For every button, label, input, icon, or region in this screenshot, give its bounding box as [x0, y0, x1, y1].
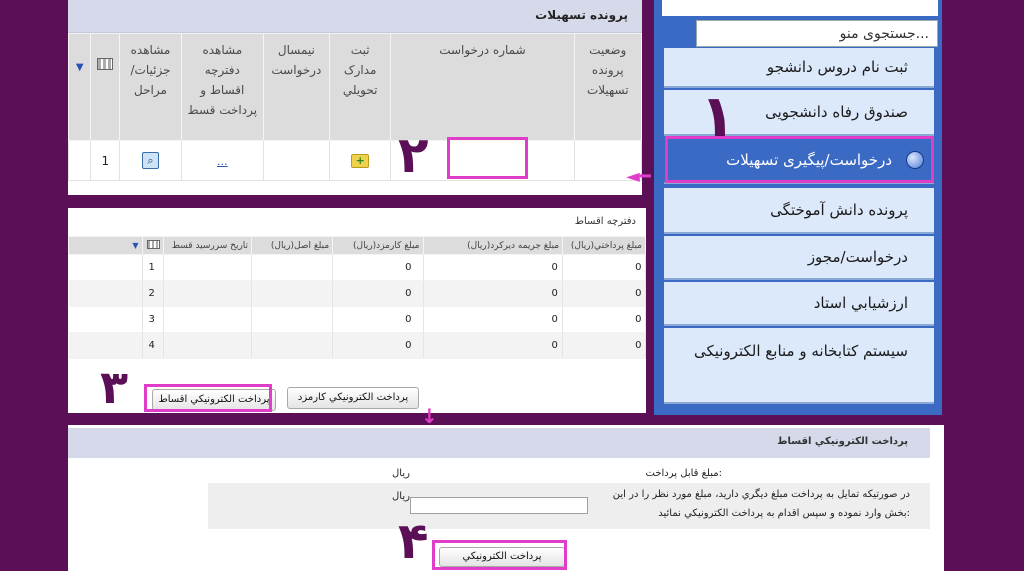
header-details: مشاهده جزئيات/ مراحل [119, 33, 182, 141]
sidebar-top-strip [662, 0, 938, 16]
header-semester: نيمسال درخواست [262, 33, 331, 141]
installments-table: ▼ تاريخ سررسيد قسط مبلغ اصل(ريال) مبلغ ک… [68, 236, 646, 359]
add-document-icon[interactable]: + [329, 140, 392, 181]
step-marker-4: ۴ [398, 512, 429, 570]
step-marker-3: ۳ [100, 360, 129, 414]
highlight-step-4 [432, 540, 567, 570]
menu-search-box[interactable] [696, 20, 938, 47]
facilities-file-title: پرونده تسهيلات [535, 8, 628, 22]
sidebar-item-graduate-file[interactable]: پرونده دانش آموختگی [664, 188, 934, 234]
table-row: 4 0 0 0 [68, 332, 646, 359]
header-dropdown-cell[interactable]: ▼ [68, 33, 92, 141]
custom-amount-unit: ريال [392, 491, 410, 502]
custom-amount-description-1: در صورتيکه تمايل به پرداخت مبلغ ديگري دا… [612, 489, 910, 500]
installments-book-titlebar: دفترچه اقساط [68, 208, 646, 236]
highlight-step-3 [144, 384, 272, 412]
header-due-date: تاريخ سررسيد قسط [162, 236, 253, 255]
table-row: 2 0 0 0 [68, 280, 646, 307]
step-marker-1: ۱ [700, 82, 736, 150]
facilities-table: ▼ مشاهده جزئيات/ مراحل مشاهده دفترچه اقس… [68, 33, 642, 181]
arrow-left-icon: ◄━ [626, 166, 651, 187]
header-principal: مبلغ اصل(ريال) [251, 236, 334, 255]
sidebar-item-teacher-evaluation[interactable]: ارزشيابي استاد [664, 282, 934, 326]
payable-amount-unit: ريال [392, 468, 410, 479]
header-grid-icon-cell [90, 33, 121, 141]
header-paid: مبلغ پرداختي(ريال) [562, 236, 646, 255]
sidebar-item-permit-request[interactable]: درخواست/مجوز [664, 236, 934, 280]
menu-search-input[interactable] [697, 21, 937, 46]
row-index: 1 [90, 140, 121, 181]
table-row: 3 0 0 0 [68, 306, 646, 333]
custom-amount-input[interactable] [410, 497, 588, 514]
step-marker-2: ۲ [398, 126, 429, 184]
header-documents: ثبت مدارک تحويلي [329, 33, 392, 141]
table-row: 1 ⌕ ... + [68, 140, 642, 181]
header-installments-book: مشاهده دفترچه اقساط و پرداخت قسط [180, 33, 264, 141]
sidebar-item-library-system[interactable]: سيستم کتابخانه و منابع الکترونيکی [664, 328, 934, 404]
highlight-step-2 [447, 137, 528, 179]
custom-amount-description-2: بخش وارد نموده و سپس اقدام به پرداخت الک… [658, 508, 910, 519]
electronic-payment-title: پرداخت الکترونيکي اقساط [777, 436, 908, 447]
payable-amount-label: مبلغ قابل پرداخت: [645, 468, 722, 479]
facilities-file-titlebar: پرونده تسهيلات [68, 0, 642, 33]
electronic-payment-titlebar: پرداخت الکترونيکي اقساط [68, 428, 930, 458]
header-penalty: مبلغ جريمه ديرکرد(ريال) [422, 236, 564, 255]
installments-book-link[interactable]: ... [217, 155, 228, 168]
table-row: 1 0 0 0 [68, 254, 646, 281]
header-status: وضعيت پرونده تسهيلات [573, 33, 642, 141]
facilities-file-panel: پرونده تسهيلات ▼ مشاهده جزئيات/ مراحل مش… [68, 0, 642, 195]
chevron-down-icon[interactable]: ▼ [76, 62, 84, 73]
pay-fee-button[interactable]: پرداخت الکترونيکي کارمزد [287, 387, 419, 409]
sidebar-menu: ثبت نام دروس دانشجو صندوق رفاه دانشجويی … [654, 0, 942, 415]
header-fee: مبلغ کارمزد(ريال) [332, 236, 424, 255]
details-magnifier-icon[interactable]: ⌕ [119, 140, 182, 181]
table-settings-icon [97, 58, 114, 70]
header-request-number: شماره درخواست [390, 33, 575, 141]
installments-book-panel: دفترچه اقساط ▼ تاريخ سررسيد قسط مبلغ اصل… [68, 208, 646, 413]
table-settings-icon [141, 236, 164, 255]
installments-book-title: دفترچه اقساط [574, 216, 636, 227]
arrow-down-icon: ↓ [421, 404, 438, 428]
chevron-down-icon[interactable]: ▼ [68, 236, 143, 255]
